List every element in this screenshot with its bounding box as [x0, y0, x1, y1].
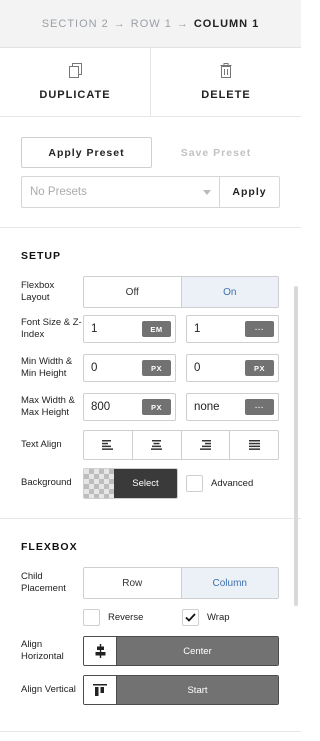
breadcrumb-separator: → — [176, 17, 189, 30]
align-vertical-value: Start — [117, 676, 278, 704]
min-width-unit-button[interactable]: PX — [142, 360, 171, 376]
breadcrumb-separator: → — [113, 17, 126, 30]
z-index-value: 1 — [194, 323, 201, 335]
font-size-z-index-label: Font Size & Z-Index — [21, 316, 82, 341]
breadcrumb-column: Column 1 — [193, 17, 260, 30]
align-horizontal-value: Center — [117, 637, 278, 665]
text-align-left-button[interactable] — [84, 431, 132, 459]
child-placement-label: Child Placement — [21, 570, 66, 595]
max-height-value: none — [194, 401, 220, 413]
align-horizontal-label: Align Horizontal — [21, 638, 64, 663]
setup-title: Setup — [21, 250, 62, 262]
font-size-input[interactable]: 1 EM — [83, 315, 176, 343]
z-index-input[interactable]: 1 ··· — [186, 315, 279, 343]
flexbox-section: Flexbox Child Placement Row Column Rever… — [0, 519, 301, 732]
duplicate-label: Duplicate — [39, 89, 111, 101]
panel-scrollbar[interactable] — [294, 286, 298, 606]
max-height-more-button[interactable]: ··· — [245, 399, 274, 415]
apply-button[interactable]: Apply — [219, 176, 280, 208]
align-vertical-start-icon — [84, 676, 117, 704]
justify-align-icon — [248, 440, 260, 450]
align-vertical-label: Align Vertical — [21, 683, 76, 695]
max-width-input[interactable]: 800 PX — [83, 393, 176, 421]
flexbox-layout-off[interactable]: Off — [84, 277, 181, 307]
min-height-input[interactable]: 0 PX — [186, 354, 279, 382]
text-align-label: Text Align — [21, 438, 62, 450]
wrap-label: Wrap — [207, 612, 230, 623]
duplicate-icon — [68, 63, 82, 79]
max-width-unit-button[interactable]: PX — [142, 399, 171, 415]
min-width-height-label: Min Width & Min Height — [21, 355, 73, 380]
align-horizontal-select[interactable]: Center — [83, 636, 279, 666]
apply-preset-button[interactable]: Apply Preset — [21, 137, 152, 168]
min-height-value: 0 — [194, 362, 201, 374]
advanced-label: Advanced — [211, 478, 254, 489]
child-placement-toggle: Row Column — [83, 567, 279, 599]
max-width-value: 800 — [91, 401, 111, 413]
delete-button[interactable]: Delete — [150, 48, 301, 116]
chevron-down-icon — [203, 189, 211, 195]
text-align-group — [83, 430, 279, 460]
background-label: Background — [21, 477, 72, 489]
child-placement-column[interactable]: Column — [180, 568, 278, 598]
flexbox-layout-on[interactable]: On — [180, 277, 278, 307]
breadcrumb: Section 2 → Row 1 → Column 1 — [0, 0, 301, 48]
wrap-checkbox[interactable] — [182, 609, 199, 626]
delete-label: Delete — [201, 89, 251, 101]
font-size-value: 1 — [91, 323, 98, 335]
breadcrumb-section[interactable]: Section 2 — [42, 18, 109, 30]
flexbox-title: Flexbox — [21, 541, 78, 553]
max-width-height-label: Max Width & Max Height — [21, 394, 75, 419]
text-align-justify-button[interactable] — [229, 431, 278, 459]
z-index-more-button[interactable]: ··· — [245, 321, 274, 337]
right-align-icon — [199, 440, 211, 450]
align-horizontal-center-icon — [84, 637, 117, 665]
min-width-value: 0 — [91, 362, 98, 374]
min-width-input[interactable]: 0 PX — [83, 354, 176, 382]
background-picker[interactable]: Select — [83, 468, 178, 499]
align-vertical-select[interactable]: Start — [83, 675, 279, 705]
checkmark-icon — [185, 613, 196, 622]
flexbox-layout-label: Flexbox Layout — [21, 279, 55, 304]
left-align-icon — [102, 440, 114, 450]
child-placement-row[interactable]: Row — [84, 568, 181, 598]
background-select-button[interactable]: Select — [114, 469, 177, 498]
text-align-right-button[interactable] — [180, 431, 230, 459]
reverse-label: Reverse — [108, 612, 144, 623]
font-size-unit-button[interactable]: EM — [142, 321, 171, 337]
min-height-unit-button[interactable]: PX — [245, 360, 274, 376]
breadcrumb-row[interactable]: Row 1 — [131, 18, 172, 30]
duplicate-button[interactable]: Duplicate — [0, 48, 150, 116]
preset-select[interactable]: No Presets — [21, 176, 219, 208]
setup-section: Setup Flexbox Layout Off On Font Size & … — [0, 228, 301, 519]
save-preset-button[interactable]: Save Preset — [152, 147, 280, 159]
center-align-icon — [151, 440, 163, 450]
preset-select-value: No Presets — [30, 186, 87, 198]
presets-section: Apply Preset Save Preset No Presets Appl… — [0, 117, 301, 228]
trash-icon — [220, 63, 232, 79]
text-align-center-button[interactable] — [131, 431, 181, 459]
flexbox-layout-toggle: Off On — [83, 276, 279, 308]
reverse-checkbox[interactable] — [83, 609, 100, 626]
transparent-swatch — [84, 469, 114, 498]
advanced-checkbox[interactable] — [186, 475, 203, 492]
element-actions: Duplicate Delete — [0, 48, 301, 117]
max-height-input[interactable]: none ··· — [186, 393, 279, 421]
